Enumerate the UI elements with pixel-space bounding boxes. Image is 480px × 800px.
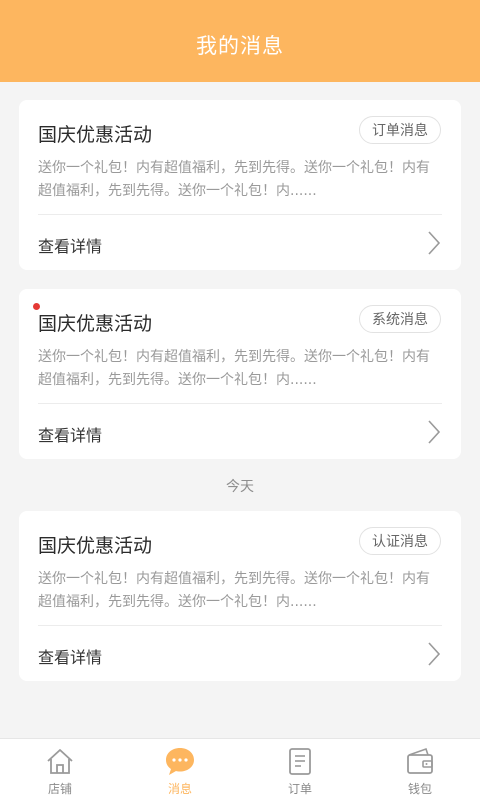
message-card[interactable]: 国庆优惠活动 认证消息 送你一个礼包！内有超值福利，先到先得。送你一个礼包！内有… <box>19 511 461 681</box>
chevron-right-icon[interactable] <box>427 641 441 667</box>
tab-label: 店铺 <box>47 782 72 796</box>
app-root: 我的消息 国庆优惠活动 订单消息 送你一个礼包！内有超值福利，先到先得。送你一个… <box>0 0 480 800</box>
bottom-tab-bar: 店铺 消息 订单 钱包 <box>0 738 480 800</box>
message-title: 国庆优惠活动 <box>38 535 153 557</box>
card-divider <box>38 214 442 215</box>
card-divider <box>38 625 442 626</box>
view-details-link[interactable]: 查看详情 <box>38 422 102 446</box>
header-bar: 我的消息 <box>0 0 480 82</box>
message-title: 国庆优惠活动 <box>38 313 153 335</box>
tab-label: 订单 <box>287 782 312 796</box>
message-description: 送你一个礼包！内有超值福利，先到先得。送你一个礼包！内有超值福利，先到先得。送你… <box>38 349 430 388</box>
message-type-tag: 系统消息 <box>359 305 441 333</box>
order-icon <box>289 748 311 775</box>
message-description: 送你一个礼包！内有超值福利，先到先得。送你一个礼包！内有超值福利，先到先得。送你… <box>38 160 430 199</box>
message-icon <box>166 748 194 775</box>
view-details-link[interactable]: 查看详情 <box>38 233 102 257</box>
page-title: 我的消息 <box>196 34 284 58</box>
tab-label: 钱包 <box>407 782 432 796</box>
store-icon <box>47 749 73 774</box>
message-card[interactable]: 国庆优惠活动 系统消息 送你一个礼包！内有超值福利，先到先得。送你一个礼包！内有… <box>19 289 461 459</box>
card-divider <box>38 403 442 404</box>
wallet-icon <box>407 747 433 774</box>
message-type-tag: 认证消息 <box>359 527 441 555</box>
tab-orders[interactable]: 订单 <box>240 739 360 800</box>
chevron-right-icon[interactable] <box>427 230 441 256</box>
chevron-right-icon[interactable] <box>427 419 441 445</box>
message-description: 送你一个礼包！内有超值福利，先到先得。送你一个礼包！内有超值福利，先到先得。送你… <box>38 571 430 610</box>
tab-label: 消息 <box>167 782 192 796</box>
message-type-tag: 订单消息 <box>359 116 441 144</box>
tab-wallet[interactable]: 钱包 <box>360 739 480 800</box>
message-card[interactable]: 国庆优惠活动 订单消息 送你一个礼包！内有超值福利，先到先得。送你一个礼包！内有… <box>19 100 461 270</box>
message-title: 国庆优惠活动 <box>38 124 153 146</box>
tab-messages[interactable]: 消息 <box>120 739 240 800</box>
view-details-link[interactable]: 查看详情 <box>38 644 102 668</box>
date-separator: 今天 <box>226 479 254 495</box>
tab-store[interactable]: 店铺 <box>0 739 120 800</box>
